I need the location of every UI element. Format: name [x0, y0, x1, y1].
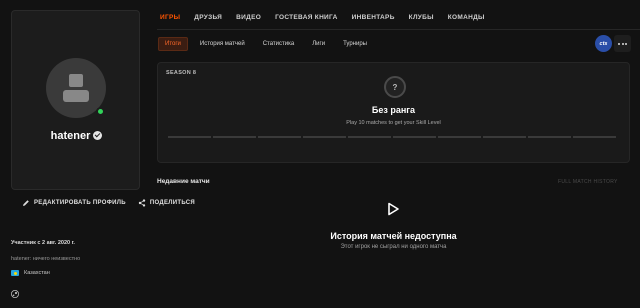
tab-games[interactable]: ИГРЫ [160, 14, 180, 21]
rank-title: Без ранга [371, 105, 416, 115]
season-card: SEASON 8 ? Без ранга Play 10 matches to … [157, 62, 630, 163]
share-icon [138, 199, 146, 207]
level-bar [573, 136, 616, 138]
bio-text: hatener: ничего неизвестно [11, 256, 81, 262]
more-options-button[interactable] [614, 35, 631, 52]
dot-icon [625, 42, 627, 45]
skill-level-bars [168, 136, 616, 138]
tab-teams[interactable]: КОМАНДЫ [448, 14, 485, 21]
tab-guestbook[interactable]: ГОСТЕВАЯ КНИГА [275, 14, 338, 21]
play-icon [388, 202, 399, 216]
level-bar [303, 136, 346, 138]
nickname: hatener [12, 130, 141, 142]
share-button[interactable]: ПОДЕЛИТЬСЯ [138, 199, 195, 207]
kazakhstan-flag-icon [11, 270, 19, 276]
country: Казахстан [11, 270, 50, 276]
dot-icon [621, 42, 624, 45]
profile-actions: РЕДАКТИРОВАТЬ ПРОФИЛЬ ПОДЕЛИТЬСЯ [22, 199, 195, 207]
sub-tabs: Итоги История матчей Статистика Лиги Тур… [158, 37, 373, 51]
full-match-history-link[interactable]: FULL MATCH HISTORY [558, 179, 618, 185]
online-status-dot [96, 107, 105, 116]
level-bar [168, 136, 211, 138]
country-label: Казахстан [24, 270, 50, 276]
rank-subtitle: Play 10 matches to get your Skill Level [346, 120, 441, 126]
pencil-icon [23, 200, 29, 206]
main-tabs: ИГРЫ ДРУЗЬЯ ВИДЕО ГОСТЕВАЯ КНИГА ИНВЕНТА… [160, 14, 485, 21]
nav-divider [157, 29, 640, 30]
verified-icon [93, 130, 103, 140]
level-bar [348, 136, 391, 138]
edit-profile-label: РЕДАКТИРОВАТЬ ПРОФИЛЬ [34, 200, 126, 206]
tab-inventory[interactable]: ИНВЕНТАРЬ [352, 14, 395, 21]
member-since: Участник с 2 авг. 2020 г. [11, 240, 75, 246]
nickname-text: hatener [50, 130, 91, 142]
season-label: SEASON 8 [166, 70, 197, 76]
share-label: ПОДЕЛИТЬСЯ [149, 200, 196, 206]
edit-profile-button[interactable]: РЕДАКТИРОВАТЬ ПРОФИЛЬ [22, 199, 126, 207]
tab-clubs[interactable]: КЛУБЫ [409, 14, 434, 21]
subtab-statistics[interactable]: Статистика [257, 38, 301, 50]
level-bar [483, 136, 526, 138]
dot-icon [618, 42, 620, 45]
level-bar [258, 136, 301, 138]
empty-history-subtitle: Этот игрок не сыграл ни одного матча [340, 244, 447, 250]
subtab-match-history[interactable]: История матчей [194, 38, 251, 50]
subtab-summary[interactable]: Итоги [158, 37, 188, 51]
tab-friends[interactable]: ДРУЗЬЯ [194, 14, 222, 21]
unranked-icon: ? [384, 76, 406, 98]
user-silhouette-icon [63, 74, 89, 102]
steam-icon[interactable] [11, 290, 19, 298]
profile-card: hatener [11, 10, 140, 190]
game-selector-button[interactable]: cts [595, 35, 612, 52]
level-bar [213, 136, 256, 138]
recent-matches-title: Недавние матчи [157, 178, 210, 185]
tab-video[interactable]: ВИДЕО [236, 14, 261, 21]
level-bar [528, 136, 571, 138]
level-bar [438, 136, 481, 138]
empty-history-title: История матчей недоступна [330, 231, 457, 241]
level-bar [393, 136, 436, 138]
subtab-leagues[interactable]: Лиги [306, 38, 331, 50]
subtab-tournaments[interactable]: Турниры [337, 38, 373, 50]
